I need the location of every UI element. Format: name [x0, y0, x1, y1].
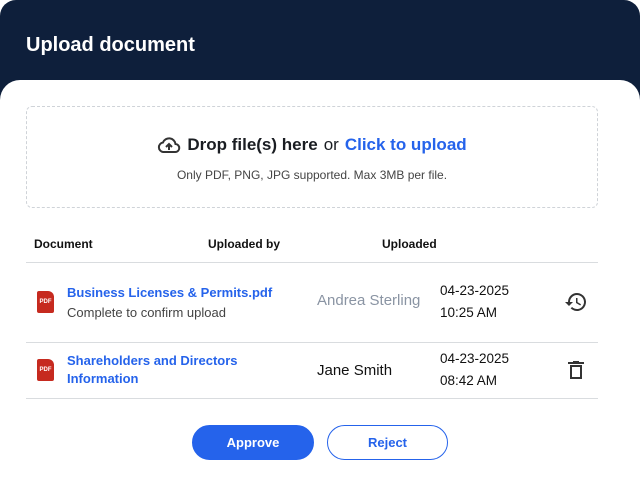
- dropzone[interactable]: Drop file(s) here or Click to upload Only …: [26, 106, 598, 208]
- column-document: Document: [34, 237, 93, 251]
- document-name-line1: Shareholders and Directors: [67, 353, 238, 368]
- divider: [26, 398, 598, 399]
- column-uploaded: Uploaded: [382, 237, 437, 251]
- pdf-file-icon: PDF: [37, 291, 54, 313]
- uploaded-by: Jane Smith: [317, 362, 393, 379]
- upload-time: 08:42 AM: [440, 373, 498, 388]
- table-row: PDF Shareholders and Directors Informatio…: [26, 342, 598, 398]
- upload-card: Drop file(s) here or Click to upload Only …: [0, 80, 640, 480]
- reject-button[interactable]: Reject: [327, 425, 448, 460]
- history-icon[interactable]: [564, 290, 588, 319]
- page-title: Upload document: [26, 34, 195, 56]
- document-status: Complete to confirm upload: [67, 305, 226, 320]
- uploaded-by: Andrea Sterling: [317, 292, 421, 309]
- trash-icon[interactable]: [564, 358, 588, 387]
- document-link[interactable]: Business Licenses & Permits.pdf: [67, 284, 272, 302]
- or-text: or: [323, 135, 339, 154]
- pdf-file-icon: PDF: [37, 359, 54, 381]
- document-link[interactable]: Shareholders and Directors Information: [67, 352, 238, 388]
- drop-text: Drop file(s) here: [187, 135, 318, 154]
- click-to-upload-link[interactable]: Click to upload: [345, 135, 467, 154]
- column-uploaded-by: Uploaded by: [208, 237, 281, 251]
- approve-button[interactable]: Approve: [192, 425, 314, 460]
- document-name-line2: Information: [67, 371, 139, 386]
- upload-time: 10:25 AM: [440, 305, 498, 320]
- table-row: PDF Business Licenses & Permits.pdf Comp…: [26, 262, 598, 342]
- upload-hint: Only PDF, PNG, JPG supported. Max 3MB pe…: [176, 168, 448, 182]
- cloud-upload-icon: [157, 136, 181, 159]
- upload-date: 04-23-2025: [440, 351, 510, 366]
- upload-date: 04-23-2025: [440, 283, 510, 298]
